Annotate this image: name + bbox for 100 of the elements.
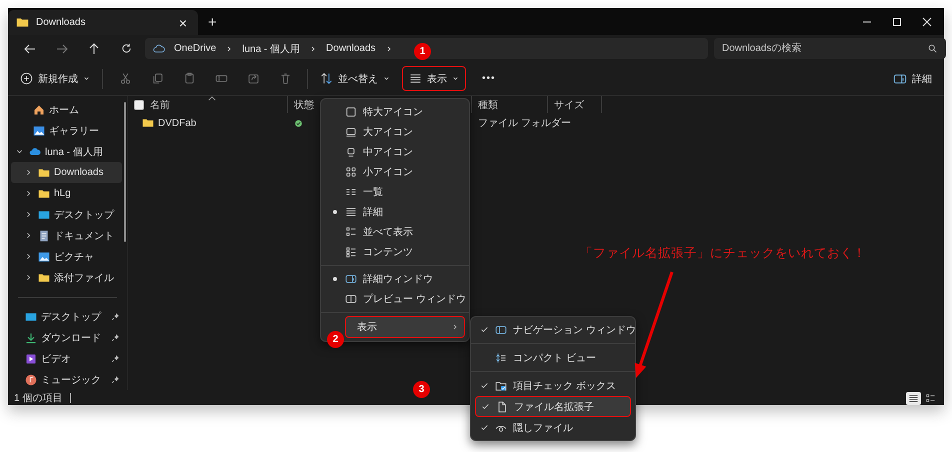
sidebar-item[interactable]: hLg	[11, 183, 122, 204]
sidebar-item[interactable]: デスクトップ	[11, 306, 122, 327]
forward-arrow-icon	[56, 42, 68, 54]
sort-icon	[320, 72, 333, 85]
breadcrumb-item[interactable]: Downloads	[326, 43, 376, 54]
music-note-icon	[25, 374, 37, 386]
submenu-item[interactable]: 隠しファイル	[475, 417, 631, 438]
details-pane-icon	[345, 273, 357, 285]
refresh-icon	[120, 43, 132, 54]
new-tab-button[interactable]: +	[208, 15, 217, 30]
sidebar-item[interactable]: ホーム	[11, 99, 122, 120]
breadcrumb-item[interactable]: luna - 個人用	[242, 42, 300, 56]
chevron-icon	[451, 323, 459, 331]
view-menu-item[interactable]: 並べて表示	[325, 222, 465, 242]
up-arrow-icon	[88, 42, 100, 54]
item-count: 1 個の項目	[14, 392, 62, 405]
show-submenu-item[interactable]: 表示	[345, 316, 465, 338]
gallery-icon	[33, 124, 45, 136]
details-view-button[interactable]	[906, 392, 921, 404]
view-menu-item[interactable]: コンテンツ	[325, 242, 465, 262]
new-button[interactable]: 新規作成	[14, 66, 96, 91]
view-menu-item[interactable]: 詳細	[325, 202, 465, 222]
sidebar-item[interactable]: ピクチャ	[11, 246, 122, 267]
sidebar-item[interactable]: 添付ファイル	[11, 267, 122, 288]
more-button[interactable]: •••	[476, 66, 502, 91]
download-icon	[25, 332, 37, 344]
view-menu-item[interactable]: 中アイコン	[325, 142, 465, 162]
monitor-icon	[25, 310, 37, 322]
copy-icon	[150, 72, 164, 85]
column-header[interactable]: 種類	[478, 98, 498, 112]
large-thumbnail-icon	[345, 126, 357, 138]
back-arrow-icon	[24, 42, 36, 54]
lines-icon	[908, 392, 919, 404]
sidebar-item[interactable]: ビデオ	[11, 348, 122, 369]
list-icon	[345, 186, 357, 198]
preview-pane-icon	[345, 293, 357, 305]
sidebar-item[interactable]: ミュージック	[11, 369, 122, 390]
file-name[interactable]: DVDFab	[128, 117, 196, 129]
caret-icon	[452, 75, 459, 82]
folder-icon	[16, 16, 29, 29]
details-pane-button[interactable]: 詳細	[887, 66, 938, 91]
view-menu-item[interactable]: 一覧	[325, 182, 465, 202]
sidebar-item[interactable]: ダウンロード	[11, 327, 122, 348]
sort-caret-icon	[208, 96, 216, 101]
tiles-icon	[925, 392, 936, 404]
navigation-pane-icon	[495, 324, 507, 336]
window-tab[interactable]: Downloads ×	[8, 10, 198, 35]
submenu-item[interactable]: コンパクト ビュー	[475, 347, 631, 368]
medium-thumbnail-icon	[345, 146, 357, 158]
view-menu-item[interactable]: プレビュー ウィンドウ	[325, 289, 465, 309]
cloud-icon	[29, 146, 41, 158]
folder-icon	[38, 272, 50, 284]
submenu-item[interactable]: 項目チェック ボックス	[475, 375, 631, 396]
maximize-button[interactable]	[892, 16, 902, 26]
tab-title: Downloads	[36, 17, 86, 28]
sync-check-icon	[294, 118, 303, 128]
scrollbar-thumb[interactable]	[124, 102, 126, 242]
chevron-icon	[309, 44, 318, 52]
tab-close-button[interactable]: ×	[176, 16, 190, 30]
close-button[interactable]	[922, 16, 932, 26]
search-field[interactable]: Downloadsの検索	[714, 38, 946, 59]
chevron-icon	[225, 44, 234, 52]
callout-text: 「ファイル名拡張子」にチェックをいれておく！	[580, 245, 866, 262]
compact-rows-icon	[495, 352, 507, 364]
sort-button[interactable]: 並べ替え	[314, 66, 396, 91]
details-pane-icon	[893, 72, 907, 86]
sidebar-item[interactable]: ギャラリー	[11, 120, 122, 141]
column-header[interactable]: 名前	[150, 98, 170, 112]
folder-icon	[38, 166, 50, 178]
cloud-icon	[153, 42, 165, 54]
sidebar-item[interactable]: デスクトップ	[11, 204, 122, 225]
content-list-icon	[345, 246, 357, 258]
view-menu-item[interactable]: 大アイコン	[325, 122, 465, 142]
lines-icon	[409, 72, 422, 85]
delete-icon	[278, 72, 292, 85]
monitor-icon	[38, 208, 50, 220]
view-menu-item[interactable]: 小アイコン	[325, 162, 465, 182]
tiles-icon	[345, 226, 357, 238]
view-menu-item[interactable]: 詳細ウィンドウ	[325, 269, 465, 289]
view-button[interactable]: 表示	[402, 66, 466, 91]
sidebar-item[interactable]: Downloads	[11, 162, 122, 183]
share-icon	[246, 72, 260, 85]
home-icon	[33, 104, 45, 116]
sidebar-item[interactable]: ドキュメント	[11, 225, 122, 246]
paste-icon	[182, 72, 196, 85]
view-menu-item[interactable]: 特大アイコン	[325, 102, 465, 122]
checkbox-folder-icon	[495, 380, 507, 392]
caret-icon	[83, 75, 90, 82]
breadcrumb-item[interactable]: OneDrive	[174, 43, 216, 54]
column-header[interactable]: サイズ	[554, 98, 584, 112]
video-icon	[25, 352, 37, 364]
sidebar-item[interactable]: luna - 個人用	[11, 141, 122, 162]
maximize-icon	[892, 16, 902, 26]
close-icon	[922, 16, 932, 26]
select-all-checkbox[interactable]	[134, 100, 144, 110]
plus-circle-icon	[20, 72, 33, 85]
square-icon	[345, 106, 357, 118]
submenu-item[interactable]: ファイル名拡張子	[475, 396, 631, 417]
column-header[interactable]: 状態	[294, 98, 314, 112]
file-icon	[496, 400, 508, 412]
